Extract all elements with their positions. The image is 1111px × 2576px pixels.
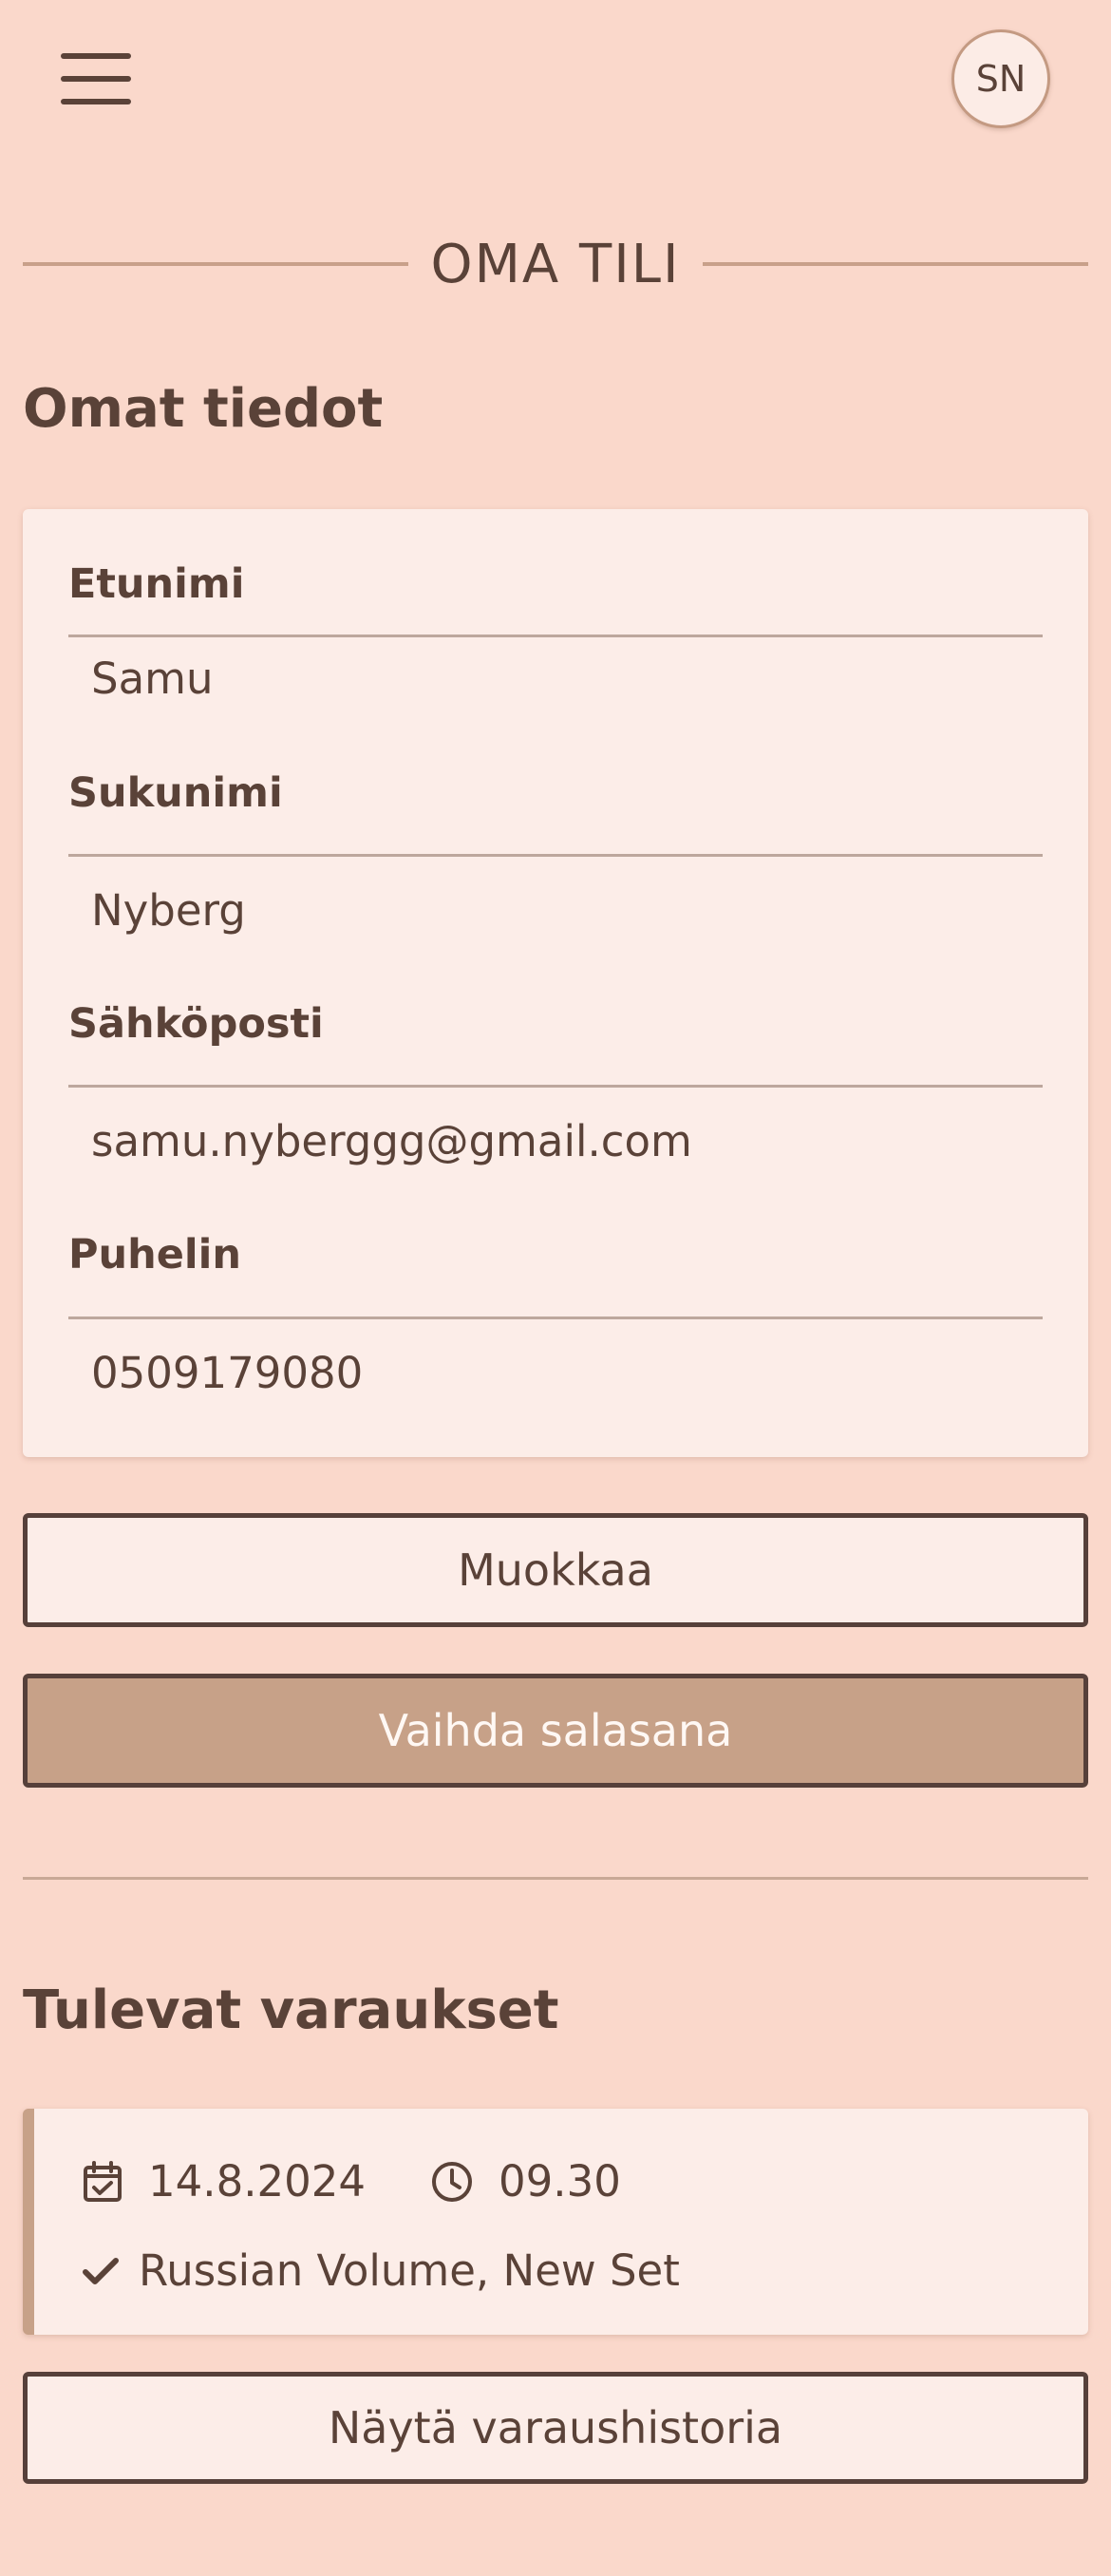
first-name-value: Samu: [91, 653, 214, 704]
menu-bar-line: [61, 76, 131, 82]
first-name-label: Etunimi: [68, 560, 245, 608]
heading-line-left: [23, 262, 408, 266]
booking-service-row: Russian Volume, New Set: [82, 2245, 680, 2296]
booking-service: Russian Volume, New Set: [139, 2245, 680, 2296]
menu-bar-line: [61, 53, 131, 59]
change-password-button[interactable]: Vaihda salasana: [23, 1674, 1088, 1788]
edit-button[interactable]: Muokkaa: [23, 1513, 1088, 1627]
top-bar: SN: [0, 0, 1111, 161]
booking-datetime-row: 14.8.2024 09.30: [82, 2156, 621, 2207]
menu-bar-line: [61, 99, 131, 104]
phone-value: 0509179080: [91, 1348, 364, 1398]
profile-info-card: Etunimi Samu Sukunimi Nyberg Sähköposti …: [23, 509, 1088, 1457]
field-divider: [68, 854, 1043, 857]
email-label: Sähköposti: [68, 1000, 324, 1048]
field-divider: [68, 1085, 1043, 1088]
clock-icon: [432, 2161, 473, 2202]
last-name-label: Sukunimi: [68, 769, 283, 817]
booking-card: 14.8.2024 09.30 Russian Volume, New Set: [23, 2109, 1088, 2335]
profile-section-title: Omat tiedot: [23, 378, 384, 440]
phone-label: Puhelin: [68, 1231, 241, 1279]
calendar-icon: [84, 2160, 122, 2202]
section-divider: [23, 1877, 1088, 1880]
last-name-value: Nyberg: [91, 885, 246, 936]
avatar[interactable]: SN: [951, 29, 1050, 128]
bookings-section-title: Tulevat varaukset: [23, 1979, 559, 2041]
checkmark-icon: [83, 2257, 119, 2284]
field-divider: [68, 635, 1043, 637]
page-title: OMA TILI: [430, 233, 681, 295]
page-heading: OMA TILI: [23, 228, 1089, 300]
email-value: samu.nyberggg@gmail.com: [91, 1116, 692, 1166]
booking-date: 14.8.2024: [148, 2156, 367, 2207]
booking-time: 09.30: [499, 2156, 621, 2207]
heading-line-right: [703, 262, 1089, 266]
booking-history-button[interactable]: Näytä varaushistoria: [23, 2372, 1088, 2484]
field-divider: [68, 1316, 1043, 1319]
hamburger-menu-icon[interactable]: [61, 49, 131, 108]
